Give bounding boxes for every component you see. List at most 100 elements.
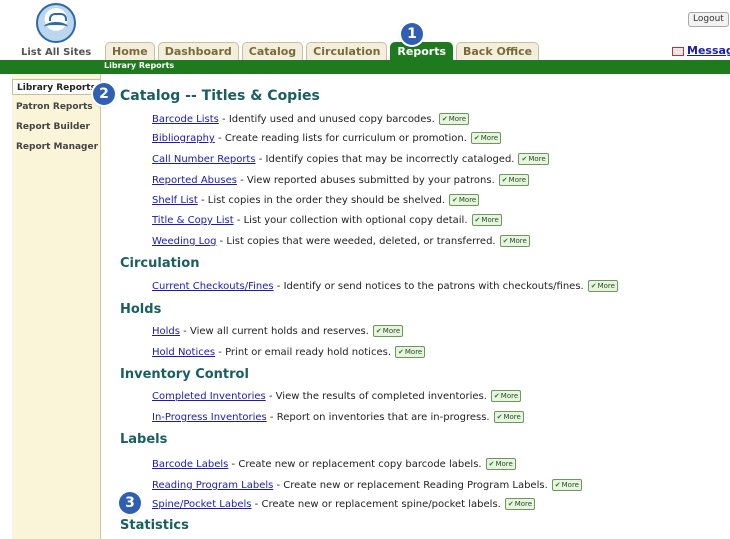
report-description: - Identify or send notices to the patron… — [273, 281, 584, 292]
report-link[interactable]: Hold Notices — [152, 347, 215, 358]
report-link[interactable]: Bibliography — [152, 133, 215, 144]
more-label: More — [597, 282, 615, 290]
more-button[interactable]: ✔More — [587, 280, 618, 292]
report-row: Barcode Labels - Create new or replaceme… — [152, 458, 516, 470]
report-row: Call Number Reports - Identify copies th… — [152, 153, 549, 165]
report-row: Hold Notices - Print or email ready hold… — [152, 346, 426, 358]
report-link[interactable]: Barcode Labels — [152, 459, 228, 470]
more-button[interactable]: ✔More — [372, 325, 404, 337]
more-label: More — [503, 413, 521, 421]
sub-header-title: Library Reports — [104, 61, 175, 70]
section-heading-inventory-control: Inventory Control — [120, 367, 249, 382]
more-label: More — [495, 460, 513, 468]
report-link[interactable]: Holds — [152, 326, 180, 337]
report-link[interactable]: Shelf List — [152, 195, 198, 206]
section-heading-catalog: Catalog -- Titles & Copies — [120, 88, 320, 104]
report-row: Reported Abuses - View reported abuses s… — [152, 174, 530, 186]
chevron-down-icon: ✔ — [507, 500, 514, 508]
report-row: Current Checkouts/Fines - Identify or se… — [152, 280, 618, 292]
more-button[interactable]: ✔More — [493, 411, 524, 423]
sidebar-item-patron-reports[interactable]: Patron Reports — [12, 99, 100, 115]
chevron-down-icon: ✔ — [488, 460, 495, 468]
chevron-down-icon: ✔ — [441, 115, 448, 123]
more-button[interactable]: ✔More — [551, 479, 582, 491]
chevron-down-icon: ✔ — [375, 327, 382, 335]
report-row: In-Progress Inventories - Report on inve… — [152, 411, 524, 423]
chevron-down-icon: ✔ — [452, 196, 458, 204]
more-button[interactable]: ✔More — [485, 458, 516, 470]
report-description: - Create new or replacement Reading Prog… — [273, 480, 548, 491]
report-description: - View the results of completed inventor… — [265, 391, 487, 402]
chevron-down-icon: ✔ — [501, 176, 508, 184]
more-label: More — [481, 216, 499, 224]
chevron-down-icon: ✔ — [496, 413, 503, 421]
more-button[interactable]: ✔More — [490, 390, 522, 402]
report-link[interactable]: Reading Program Labels — [152, 480, 273, 491]
section-heading-statistics: Statistics — [120, 518, 189, 533]
report-description: - Report on inventories that are in-prog… — [266, 412, 490, 423]
report-description: - List your collection with optional cop… — [233, 215, 468, 226]
report-link[interactable]: Spine/Pocket Labels — [152, 499, 252, 510]
section-heading-circulation: Circulation — [120, 256, 200, 271]
more-button[interactable]: ✔More — [471, 214, 502, 226]
report-description: - Print or email ready hold notices. — [215, 347, 391, 358]
report-row: Spine/Pocket Labels - Create new or repl… — [152, 498, 536, 510]
more-button[interactable]: ✔More — [504, 498, 536, 510]
reports-content: Catalog -- Titles & Copies Barcode Lists… — [100, 74, 730, 539]
sidebar-item-report-manager[interactable]: Report Manager — [12, 139, 100, 155]
more-button[interactable]: ✔More — [395, 346, 426, 358]
report-row: Title & Copy List - List your collection… — [152, 214, 502, 226]
report-link[interactable]: Call Number Reports — [152, 154, 256, 165]
report-row: Weeding Log - List copies that were weed… — [152, 235, 530, 247]
tab-dashboard[interactable]: Dashboard — [157, 42, 239, 60]
report-row: Bibliography - Create reading lists for … — [152, 132, 502, 144]
sidebar: Library Reports Patron Reports Report Bu… — [12, 74, 101, 539]
more-label: More — [382, 327, 401, 335]
chevron-down-icon: ✔ — [398, 348, 404, 356]
tab-back-office[interactable]: Back Office — [456, 42, 540, 60]
report-link[interactable]: Current Checkouts/Fines — [152, 281, 274, 292]
list-all-sites-link[interactable]: List All Sites — [21, 47, 91, 58]
envelope-icon — [672, 46, 684, 56]
report-link[interactable]: Title & Copy List — [152, 215, 234, 226]
report-description: - List copies that were weeded, deleted,… — [216, 236, 496, 247]
more-label: More — [448, 115, 467, 123]
report-description: - List copies in the order they should b… — [197, 195, 446, 206]
sidebar-item-report-builder[interactable]: Report Builder — [12, 119, 100, 135]
report-row: Holds - View all current holds and reser… — [152, 325, 404, 337]
tab-circulation[interactable]: Circulation — [306, 42, 388, 60]
report-description: - Identify used and unused copy barcodes… — [218, 114, 435, 125]
report-link[interactable]: Completed Inventories — [152, 391, 266, 402]
more-label: More — [480, 134, 499, 142]
more-button[interactable]: ✔More — [499, 235, 530, 247]
tab-catalog[interactable]: Catalog — [241, 42, 304, 60]
tab-reports[interactable]: Reports — [390, 42, 453, 60]
logout-button[interactable]: Logout — [688, 12, 729, 27]
more-button[interactable]: ✔More — [449, 194, 480, 206]
more-button[interactable]: ✔More — [498, 174, 530, 186]
report-link[interactable]: Weeding Log — [152, 236, 216, 247]
chevron-down-icon: ✔ — [502, 237, 509, 245]
sidebar-item-library-reports[interactable]: Library Reports — [12, 79, 100, 95]
report-description: - View all current holds and reserves. — [179, 326, 369, 337]
callout-badge-1: 1 — [401, 23, 423, 45]
more-label: More — [500, 392, 519, 400]
section-heading-holds: Holds — [120, 302, 162, 317]
report-description: - View reported abuses submitted by your… — [236, 175, 495, 186]
report-link[interactable]: Reported Abuses — [152, 175, 237, 186]
site-logo-icon[interactable] — [36, 3, 76, 43]
message-label: Message — [687, 44, 730, 57]
more-label: More — [514, 500, 533, 508]
more-button[interactable]: ✔More — [470, 132, 502, 144]
report-row: Barcode Lists - Identify used and unused… — [152, 113, 470, 125]
more-button[interactable]: ✔More — [518, 153, 549, 165]
main-tabs: Home Dashboard Catalog Circulation Repor… — [105, 42, 540, 60]
report-description: - Create new or replacement spine/pocket… — [251, 499, 501, 510]
report-link[interactable]: In-Progress Inventories — [152, 412, 267, 423]
message-link[interactable]: Message — [672, 44, 730, 57]
report-row: Completed Inventories - View the results… — [152, 390, 522, 402]
more-button[interactable]: ✔More — [438, 113, 470, 125]
report-link[interactable]: Barcode Lists — [152, 114, 219, 125]
tab-home[interactable]: Home — [105, 42, 155, 60]
chevron-down-icon: ✔ — [554, 481, 561, 489]
